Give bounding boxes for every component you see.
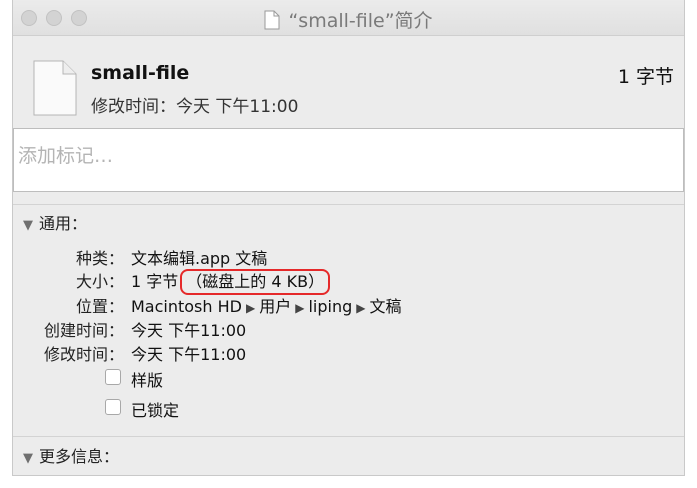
path-arrow-icon: ▶ (245, 301, 256, 315)
more-info-section-toggle[interactable]: ▼ 更多信息： (23, 443, 119, 467)
disclosure-triangle-icon: ▼ (23, 451, 33, 466)
divider (13, 436, 684, 437)
size-bytes: 1 字节 (131, 272, 179, 291)
where-path: Macintosh HD ▶ 用户 ▶ liping ▶ 文稿 (131, 293, 402, 317)
title-bar: “small-file”简介 (13, 0, 684, 36)
size-label: 大小： (75, 272, 124, 291)
info-window: “small-file”简介 small-file 修改时间：今天 下午11:0… (12, 0, 685, 476)
path-arrow-icon: ▶ (295, 301, 305, 315)
path-arrow-icon: ▶ (356, 301, 366, 315)
created-value: 今天 下午11:00 (131, 321, 247, 340)
locked-label: 已锁定 (131, 401, 180, 420)
file-header: small-file 修改时间：今天 下午11:00 1 字节 (13, 36, 684, 128)
stationery-label: 样版 (131, 371, 164, 390)
divider (13, 204, 684, 205)
modified-row: 修改时间： 今天 下午11:00 (13, 341, 684, 365)
modified-label: 修改时间： (43, 345, 124, 364)
path-item[interactable]: 文稿 (369, 297, 401, 316)
kind-row: 种类： 文本编辑.app 文稿 (13, 245, 684, 269)
disk-size-highlight: （磁盘上的 4 KB） (180, 269, 331, 295)
window-title-text: “small-file”简介 (288, 10, 433, 32)
modified-value: 今天 下午11:00 (131, 345, 247, 364)
locked-checkbox[interactable] (105, 399, 121, 415)
where-row: 位置： Macintosh HD ▶ 用户 ▶ liping ▶ 文稿 (13, 293, 684, 317)
file-icon (33, 60, 77, 120)
window-title: “small-file”简介 (13, 6, 684, 35)
file-name: small-file (91, 62, 190, 84)
disclosure-triangle-icon: ▼ (23, 218, 33, 233)
more-info-header: 更多信息： (39, 447, 120, 466)
path-item[interactable]: 用户 (259, 297, 291, 316)
document-icon (264, 10, 280, 35)
general-header: 通用： (39, 214, 88, 233)
stationery-checkbox[interactable] (105, 369, 121, 385)
file-modified: 修改时间：今天 下午11:00 (91, 97, 299, 117)
size-value: 1 字节 （磁盘上的 4 KB） (131, 268, 331, 295)
where-label: 位置： (75, 297, 124, 316)
kind-value: 文本编辑.app 文稿 (131, 249, 268, 268)
tags-field[interactable]: 添加标记… (13, 128, 684, 192)
kind-label: 种类： (75, 249, 124, 268)
file-size: 1 字节 (617, 66, 674, 88)
path-item[interactable]: Macintosh HD (131, 297, 242, 316)
size-row: 大小： 1 字节 （磁盘上的 4 KB） (13, 268, 684, 295)
tags-placeholder: 添加标记… (18, 145, 114, 167)
path-item[interactable]: liping (308, 297, 352, 316)
general-section-toggle[interactable]: ▼ 通用： (23, 210, 87, 234)
created-row: 创建时间： 今天 下午11:00 (13, 317, 684, 341)
created-label: 创建时间： (43, 321, 124, 340)
